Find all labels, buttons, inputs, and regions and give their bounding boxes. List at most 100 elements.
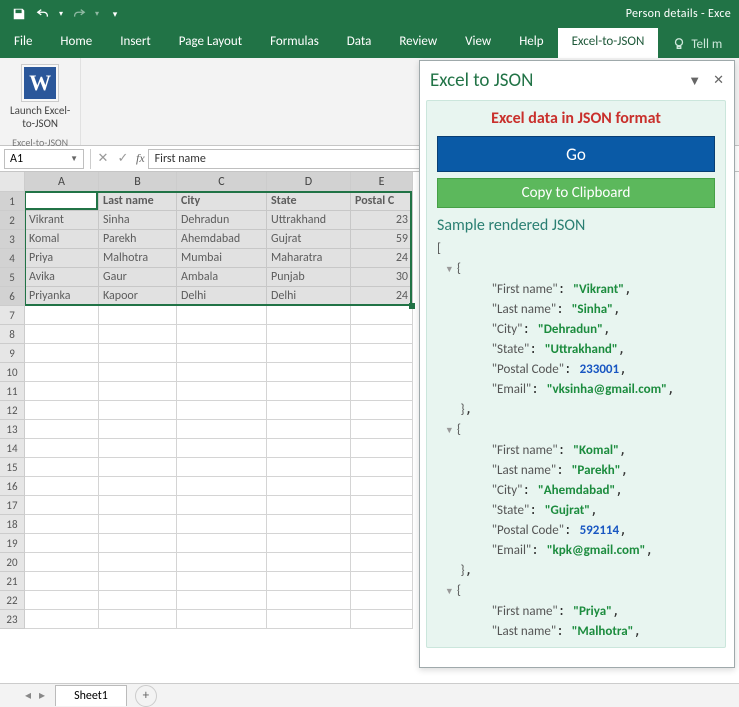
cell[interactable] — [177, 534, 267, 553]
cell[interactable] — [177, 515, 267, 534]
cell[interactable] — [267, 363, 351, 382]
column-header[interactable]: D — [267, 172, 351, 192]
cell[interactable] — [25, 401, 99, 420]
tab-file[interactable]: File — [0, 28, 46, 58]
cell[interactable] — [25, 610, 99, 629]
cell[interactable] — [177, 344, 267, 363]
cell[interactable] — [25, 344, 99, 363]
cell[interactable]: Gaur — [99, 268, 177, 287]
redo-dropdown-icon[interactable]: ▾ — [92, 3, 102, 25]
row-header[interactable]: 1 — [0, 192, 25, 211]
row-header[interactable]: 15 — [0, 458, 25, 477]
fill-handle[interactable] — [409, 303, 415, 309]
tab-help[interactable]: Help — [505, 28, 557, 58]
cell[interactable]: Komal — [25, 230, 99, 249]
cell[interactable] — [267, 610, 351, 629]
row-header[interactable]: 4 — [0, 249, 25, 268]
row-header[interactable]: 14 — [0, 439, 25, 458]
formula-cancel-icon[interactable]: ✕ — [93, 151, 113, 166]
cell[interactable] — [351, 458, 413, 477]
cell[interactable] — [267, 515, 351, 534]
cell[interactable] — [177, 325, 267, 344]
tab-page-layout[interactable]: Page Layout — [165, 28, 256, 58]
cell[interactable] — [267, 534, 351, 553]
cell[interactable] — [267, 382, 351, 401]
cell[interactable] — [351, 496, 413, 515]
row-header[interactable]: 7 — [0, 306, 25, 325]
cell[interactable] — [177, 382, 267, 401]
close-icon[interactable]: ✕ — [713, 73, 724, 89]
cell[interactable] — [351, 420, 413, 439]
cell[interactable]: Delhi — [267, 287, 351, 306]
column-header[interactable]: B — [99, 172, 177, 192]
cell[interactable] — [25, 553, 99, 572]
cell[interactable] — [99, 610, 177, 629]
cell[interactable] — [99, 553, 177, 572]
copy-button[interactable]: Copy to Clipboard — [437, 178, 715, 208]
cell[interactable] — [267, 439, 351, 458]
cell[interactable] — [99, 477, 177, 496]
cell[interactable] — [351, 591, 413, 610]
cell[interactable] — [99, 401, 177, 420]
row-header[interactable]: 13 — [0, 420, 25, 439]
column-header[interactable]: A — [25, 172, 99, 192]
cell[interactable] — [351, 363, 413, 382]
cell[interactable]: Punjab — [267, 268, 351, 287]
cell[interactable] — [267, 306, 351, 325]
cell[interactable] — [267, 572, 351, 591]
cell[interactable] — [25, 306, 99, 325]
cell[interactable]: Dehradun — [177, 211, 267, 230]
row-header[interactable]: 5 — [0, 268, 25, 287]
cell[interactable] — [351, 610, 413, 629]
go-button[interactable]: Go — [437, 136, 715, 172]
cell[interactable]: 30 — [351, 268, 413, 287]
cell[interactable] — [99, 306, 177, 325]
tab-insert[interactable]: Insert — [106, 28, 165, 58]
cell[interactable] — [99, 325, 177, 344]
launch-excel-to-json-button[interactable]: W Launch Excel-to-JSON — [10, 64, 70, 130]
column-header[interactable]: C — [177, 172, 267, 192]
cell[interactable] — [99, 344, 177, 363]
cell[interactable]: Mumbai — [177, 249, 267, 268]
name-box[interactable]: A1▼ — [4, 149, 84, 169]
cell[interactable] — [177, 420, 267, 439]
cell[interactable] — [351, 382, 413, 401]
cell[interactable] — [177, 496, 267, 515]
cell[interactable] — [267, 325, 351, 344]
cell[interactable] — [25, 572, 99, 591]
cell[interactable] — [177, 591, 267, 610]
cell[interactable] — [25, 591, 99, 610]
row-header[interactable]: 6 — [0, 287, 25, 306]
pane-menu-icon[interactable]: ▼ — [688, 73, 701, 89]
row-header[interactable]: 22 — [0, 591, 25, 610]
cell[interactable] — [267, 458, 351, 477]
row-header[interactable]: 18 — [0, 515, 25, 534]
cell[interactable]: 24 — [351, 287, 413, 306]
cell[interactable] — [351, 534, 413, 553]
cell[interactable]: Gujrat — [267, 230, 351, 249]
cell[interactable] — [99, 496, 177, 515]
cell[interactable] — [351, 401, 413, 420]
cell[interactable] — [99, 382, 177, 401]
cell[interactable] — [25, 477, 99, 496]
row-header[interactable]: 19 — [0, 534, 25, 553]
cell[interactable] — [267, 401, 351, 420]
cell[interactable] — [25, 420, 99, 439]
cell[interactable] — [99, 458, 177, 477]
select-all-corner[interactable] — [0, 172, 25, 192]
cell[interactable]: First name — [25, 192, 99, 211]
row-header[interactable]: 17 — [0, 496, 25, 515]
row-header[interactable]: 2 — [0, 211, 25, 230]
cell[interactable]: Ambala — [177, 268, 267, 287]
cell[interactable] — [267, 591, 351, 610]
cell[interactable]: Kapoor — [99, 287, 177, 306]
formula-enter-icon[interactable]: ✓ — [113, 151, 133, 166]
cell[interactable] — [267, 344, 351, 363]
cell[interactable] — [177, 553, 267, 572]
tab-view[interactable]: View — [451, 28, 505, 58]
cell[interactable] — [25, 496, 99, 515]
cell[interactable] — [25, 363, 99, 382]
row-header[interactable]: 12 — [0, 401, 25, 420]
cell[interactable] — [177, 439, 267, 458]
cell[interactable] — [25, 458, 99, 477]
